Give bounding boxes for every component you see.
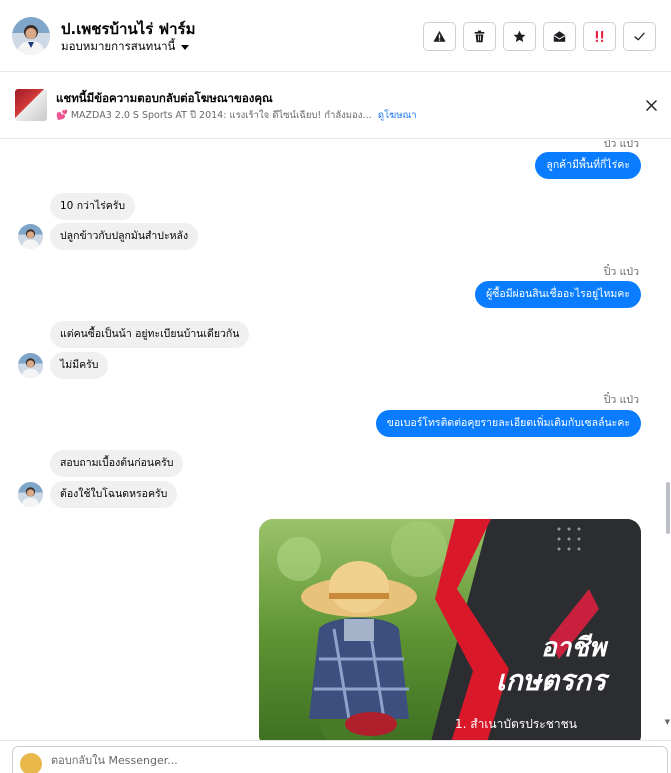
open-envelope-icon	[553, 31, 566, 42]
spam-button[interactable]	[423, 22, 456, 51]
incoming-message[interactable]: ไม่มีครับ	[50, 352, 109, 379]
trash-icon	[474, 30, 485, 43]
outgoing-message[interactable]: ขอเบอร์โทรติดต่อคุยรายละเอียดเพิ่มเติมกั…	[375, 410, 641, 437]
conversation-actions	[423, 22, 656, 51]
assign-conversation-label: มอบหมายการสนทนานี้	[61, 39, 176, 53]
sender-name: ปิ๋ว แป่ว	[603, 266, 639, 278]
done-button[interactable]	[623, 22, 656, 51]
caret-down-icon	[181, 44, 190, 50]
reply-input[interactable]	[51, 754, 451, 767]
incoming-message[interactable]: สอบถามเบื้องต้นก่อนครับ	[50, 450, 184, 477]
image-attachment[interactable]: อาชีพ เกษตรกร 1. สำเนาบัตรประชาชน	[259, 519, 641, 740]
message-thread[interactable]: ปิ๋ว แป่ว ลูกค้ามีพื้นที่กี่ไร่คะ 10 กว่…	[0, 140, 671, 740]
ad-reply-banner: แชทนี้มีข้อความตอบกลับต่อโฆษณาของคุณ 💕 M…	[0, 73, 671, 139]
incoming-message[interactable]: ต้องใช้ใบโฉนดหรอครับ	[50, 481, 178, 508]
mark-unread-button[interactable]	[543, 22, 576, 51]
composer-bar	[0, 740, 671, 773]
conversation-header: ป.เพชรบ้านไร่ ฟาร์ม มอบหมายการสนทนานี้	[0, 0, 671, 72]
reply-box[interactable]	[12, 746, 668, 773]
incoming-message[interactable]: แต่คนซื้อเป็นน้า อยู่ทะเบียนบ้านเดียวกัน	[50, 321, 250, 348]
contact-avatar-image	[18, 482, 43, 507]
scrollbar-thumb[interactable]	[666, 482, 670, 534]
ad-banner-details: 💕 MAZDA3 2.0 S Sports AT ปี 2014: แรงเร้…	[56, 108, 417, 123]
image-caption: 1. สำเนาบัตรประชาชน	[455, 717, 577, 731]
contact-avatar[interactable]	[12, 17, 50, 55]
warning-icon	[433, 30, 446, 42]
assign-conversation-dropdown[interactable]: มอบหมายการสนทนานี้	[61, 38, 190, 56]
star-button[interactable]	[503, 22, 536, 51]
delete-button[interactable]	[463, 22, 496, 51]
contact-avatar-small[interactable]	[18, 482, 43, 507]
ad-banner-title: แชทนี้มีข้อความตอบกลับต่อโฆษณาของคุณ	[56, 91, 273, 105]
incoming-message[interactable]: 10 กว่าไร่ครับ	[50, 193, 136, 220]
exclamation-icon	[595, 30, 604, 43]
sender-name: ปิ๋ว แป่ว	[603, 394, 639, 406]
ad-text: 💕 MAZDA3 2.0 S Sports AT ปี 2014: แรงเร้…	[56, 110, 372, 121]
important-button[interactable]	[583, 22, 616, 51]
image-title-line2: เกษตรกร	[496, 664, 607, 697]
contact-avatar-image	[18, 224, 43, 249]
check-icon	[634, 32, 645, 41]
scrollbar[interactable]: ▼	[663, 140, 671, 740]
outgoing-message[interactable]: ผู้ซื้อมีผ่อนสินเชื่ออะไรอยู่ไหมคะ	[475, 281, 641, 308]
page-avatar	[20, 753, 42, 773]
close-banner-button[interactable]	[643, 97, 659, 113]
contact-avatar-small[interactable]	[18, 353, 43, 378]
contact-avatar-small[interactable]	[18, 224, 43, 249]
view-ad-link[interactable]: ดูโฆษณา	[378, 108, 417, 123]
contact-avatar-image	[18, 353, 43, 378]
incoming-message[interactable]: ปลูกข้าวกับปลูกมันสำปะหลัง	[50, 223, 199, 250]
close-icon	[645, 99, 657, 111]
sender-name: ปิ๋ว แป่ว	[603, 140, 639, 150]
outgoing-message[interactable]: ลูกค้ามีพื้นที่กี่ไร่คะ	[535, 152, 641, 179]
star-icon	[513, 30, 526, 43]
scroll-down-arrow-icon[interactable]: ▼	[665, 718, 670, 726]
contact-avatar-image	[12, 17, 50, 55]
ad-thumbnail[interactable]	[15, 89, 47, 121]
